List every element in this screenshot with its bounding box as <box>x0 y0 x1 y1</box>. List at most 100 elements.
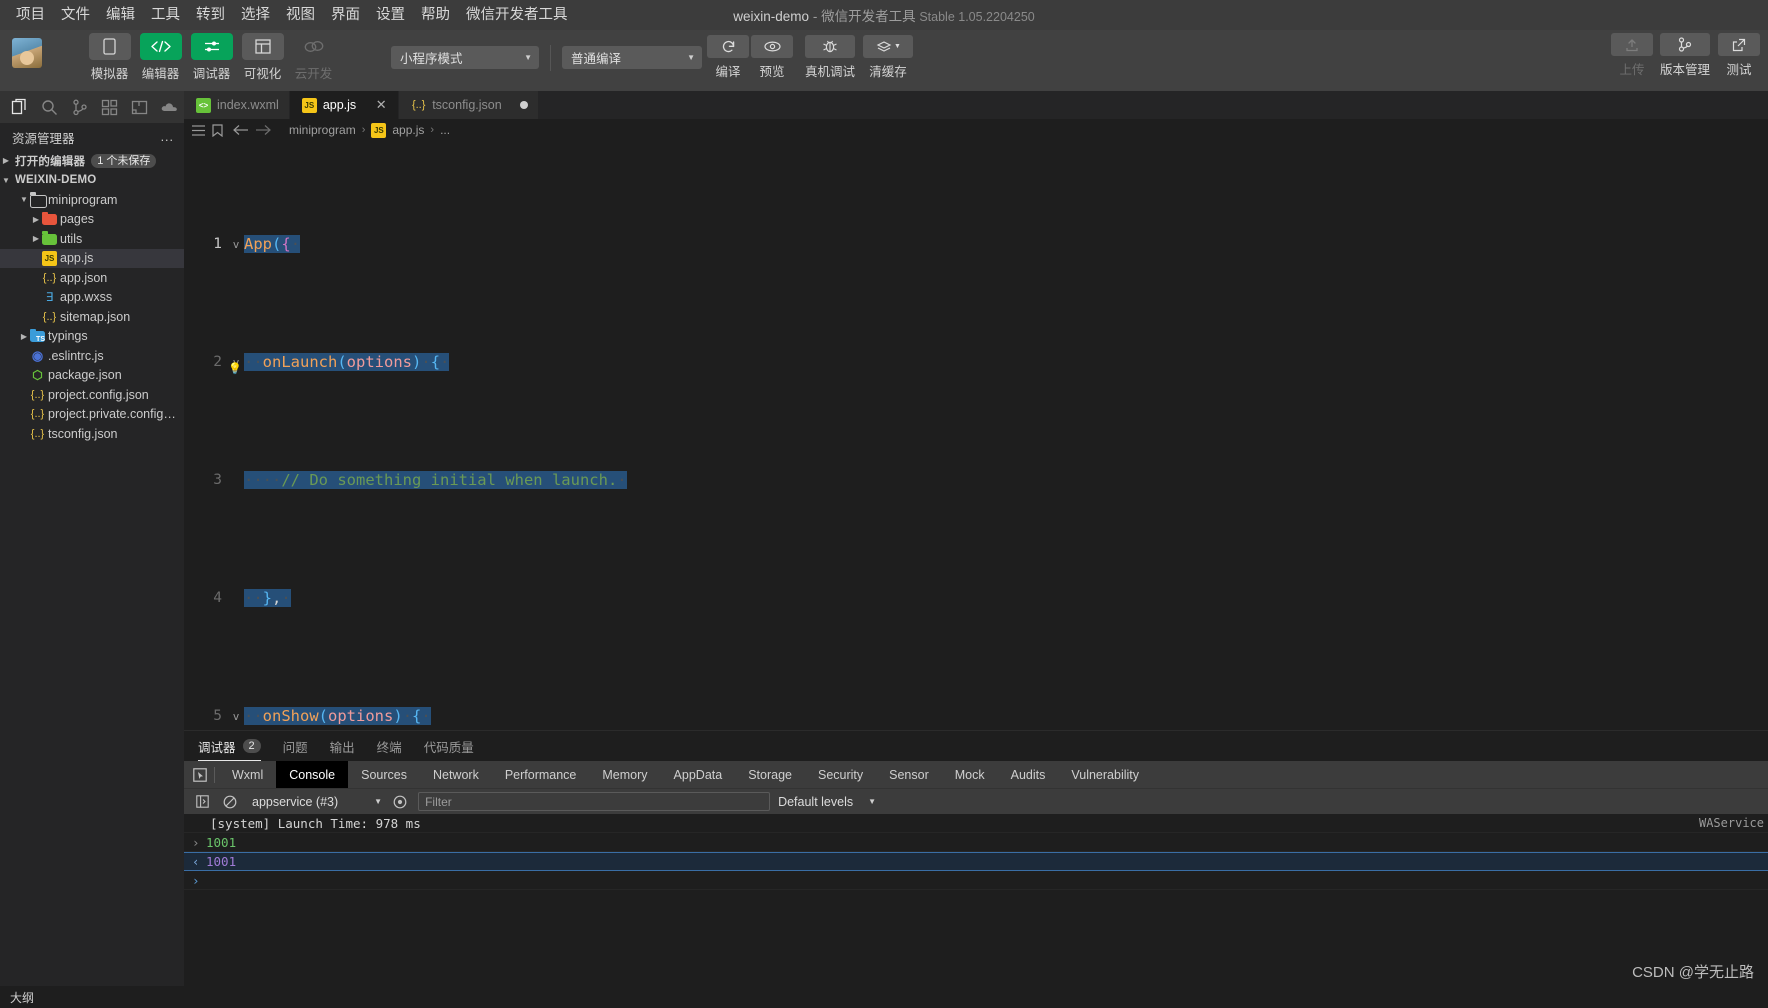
inspect-element-icon[interactable] <box>190 765 210 785</box>
avatar[interactable] <box>12 38 42 68</box>
devtools-tab-sources[interactable]: Sources <box>348 761 420 788</box>
menu-item-devtools[interactable]: 微信开发者工具 <box>458 4 576 27</box>
devtools-tab-console[interactable]: Console <box>276 761 349 788</box>
tree-item-sitemap-json[interactable]: {..} sitemap.json <box>0 307 184 327</box>
mode-select[interactable]: 小程序模式 ▼ <box>391 46 539 69</box>
toolbar-button-visual[interactable]: 可视化 <box>241 33 284 82</box>
devtools-tab-memory[interactable]: Memory <box>589 761 660 788</box>
menu-item-edit[interactable]: 编辑 <box>98 4 143 27</box>
toolbar-button-compile[interactable]: 编译 <box>706 35 750 80</box>
devtools-tab-audits[interactable]: Audits <box>998 761 1059 788</box>
console-sidebar-toggle-icon[interactable] <box>192 792 212 812</box>
tree-item-project-config[interactable]: {..} project.config.json <box>0 385 184 405</box>
menu-item-tools[interactable]: 工具 <box>143 4 188 27</box>
menu-item-project[interactable]: 项目 <box>8 4 53 27</box>
lightbulb-icon[interactable]: 💡 <box>228 354 242 384</box>
tree-item-app-wxss[interactable]: ∃ app.wxss <box>0 288 184 308</box>
panel-tab-output[interactable]: 输出 <box>330 731 355 761</box>
devtools-tab-security[interactable]: Security <box>805 761 876 788</box>
search-icon[interactable] <box>36 94 63 120</box>
menu-item-help[interactable]: 帮助 <box>413 4 458 27</box>
devtools-tab-storage[interactable]: Storage <box>735 761 805 788</box>
console-source-label[interactable]: WAService <box>1699 816 1764 830</box>
devtools-tab-wxml[interactable]: Wxml <box>219 761 276 788</box>
tree-item-pages[interactable]: ▶ pages <box>0 210 184 230</box>
tree-item-typings[interactable]: ▶ TS typings <box>0 327 184 347</box>
chevron-left-icon[interactable]: ‹ <box>192 854 206 869</box>
cloud-icon[interactable] <box>156 94 183 120</box>
tree-item-utils[interactable]: ▶ utils <box>0 229 184 249</box>
devtools-tab-network[interactable]: Network <box>420 761 492 788</box>
panel-tab-problems[interactable]: 问题 <box>283 731 308 761</box>
toolbar-button-test[interactable]: 测试 <box>1716 33 1762 78</box>
bookmark-icon[interactable] <box>212 123 223 137</box>
tree-item-tsconfig-json[interactable]: {..} tsconfig.json <box>0 424 184 444</box>
menu-item-settings[interactable]: 设置 <box>368 4 413 27</box>
console-prompt-row[interactable]: › <box>184 871 1768 890</box>
console-context-select[interactable]: appservice (#3) ▼ <box>248 795 382 809</box>
toolbar-button-clearcache[interactable]: ▼ 清缓存 <box>860 35 916 80</box>
menu-item-file[interactable]: 文件 <box>53 4 98 27</box>
menu-item-interface[interactable]: 界面 <box>323 4 368 27</box>
console-output[interactable]: [system] Launch Time: 978 ms WAService ›… <box>184 814 1768 986</box>
explorer-more-icon[interactable]: ... <box>161 130 174 144</box>
tree-item-app-json[interactable]: {..} app.json <box>0 268 184 288</box>
compile-select[interactable]: 普通编译 ▼ <box>562 46 702 69</box>
editor-tab-bar: <> index.wxml JS app.js ✕ {..} tsconfig.… <box>184 91 1768 119</box>
devtools-tab-performance[interactable]: Performance <box>492 761 590 788</box>
devtools-tab-appdata[interactable]: AppData <box>661 761 736 788</box>
breadcrumb-item-folder[interactable]: miniprogram <box>289 123 356 137</box>
panel-tab-codequality[interactable]: 代码质量 <box>424 731 474 761</box>
tree-item-project-private-config[interactable]: {..} project.private.config.js... <box>0 405 184 425</box>
breadcrumb: miniprogram › JS app.js › ... <box>184 119 1768 141</box>
project-root-row[interactable]: ▼ WEIXIN-DEMO <box>0 171 184 191</box>
menu-item-view[interactable]: 视图 <box>278 4 323 27</box>
extensions-icon[interactable] <box>96 94 123 120</box>
toolbar-button-preview[interactable]: 预览 <box>750 35 794 80</box>
toolbar-button-realdebug[interactable]: 真机调试 <box>800 35 860 80</box>
breadcrumb-item-file[interactable]: app.js <box>392 123 424 137</box>
editor-tab-index-wxml[interactable]: <> index.wxml <box>184 91 290 119</box>
panel-tab-debugger[interactable]: 调试器 2 <box>198 731 261 761</box>
editor-tab-tsconfig-json[interactable]: {..} tsconfig.json <box>399 91 539 119</box>
fold-chevron-icon[interactable]: v <box>228 230 244 260</box>
editor-tab-app-js[interactable]: JS app.js ✕ <box>289 91 400 119</box>
outline-list-icon[interactable] <box>192 124 206 136</box>
open-editors-row[interactable]: ▶ 打开的编辑器 1 个未保存 <box>0 151 184 171</box>
tree-item-app-js[interactable]: JS app.js <box>0 248 184 268</box>
toolbar-button-editor[interactable]: 编辑器 <box>139 33 182 82</box>
console-filter-input[interactable]: Filter <box>418 792 771 811</box>
debug-icon[interactable] <box>126 94 153 120</box>
devtools-tab-mock[interactable]: Mock <box>942 761 998 788</box>
toolbar-button-debugger[interactable]: 调试器 <box>190 33 233 82</box>
status-bar-outline-label[interactable]: 大纲 <box>10 989 34 1006</box>
menu-item-goto[interactable]: 转到 <box>188 4 233 27</box>
devtools-tab-sensor[interactable]: Sensor <box>876 761 942 788</box>
clear-console-icon[interactable] <box>220 792 240 812</box>
devtools-tab-vulnerability[interactable]: Vulnerability <box>1058 761 1152 788</box>
tree-label: typings <box>48 329 88 344</box>
close-icon[interactable]: ✕ <box>374 97 388 113</box>
git-branch-icon[interactable] <box>66 94 93 120</box>
back-arrow-icon[interactable] <box>233 124 249 136</box>
toolbar-button-version[interactable]: 版本管理 <box>1654 33 1716 78</box>
tree-item-eslintrc[interactable]: ◉ .eslintrc.js <box>0 346 184 366</box>
fold-chevron-icon[interactable] <box>228 584 244 614</box>
menu-item-select[interactable]: 选择 <box>233 4 278 27</box>
files-icon[interactable] <box>6 94 33 120</box>
window-title-app: 微信开发者工具 <box>821 9 916 24</box>
fold-chevron-icon[interactable] <box>228 466 244 496</box>
tree-item-package-json[interactable]: ⬡ package.json <box>0 366 184 386</box>
code-editor[interactable]: 1 v App({· 2 v 💡 ··onLaunch(options)·{· 3… <box>184 141 1768 730</box>
console-levels-select[interactable]: Default levels ▼ <box>778 795 876 809</box>
console-settings-eye-icon[interactable] <box>390 792 410 812</box>
tree-item-miniprogram[interactable]: ▼ miniprogram <box>0 190 184 210</box>
breadcrumb-separator: › <box>361 124 366 136</box>
panel-tab-terminal[interactable]: 终端 <box>377 731 402 761</box>
breadcrumb-item-more[interactable]: ... <box>440 123 450 137</box>
toolbar-button-upload: 上传 <box>1610 33 1654 78</box>
toolbar-button-simulator[interactable]: 模拟器 <box>88 33 131 82</box>
forward-arrow-icon[interactable] <box>255 124 271 136</box>
chevron-right-icon[interactable]: › <box>192 835 206 850</box>
fold-chevron-icon[interactable]: v <box>228 702 244 731</box>
